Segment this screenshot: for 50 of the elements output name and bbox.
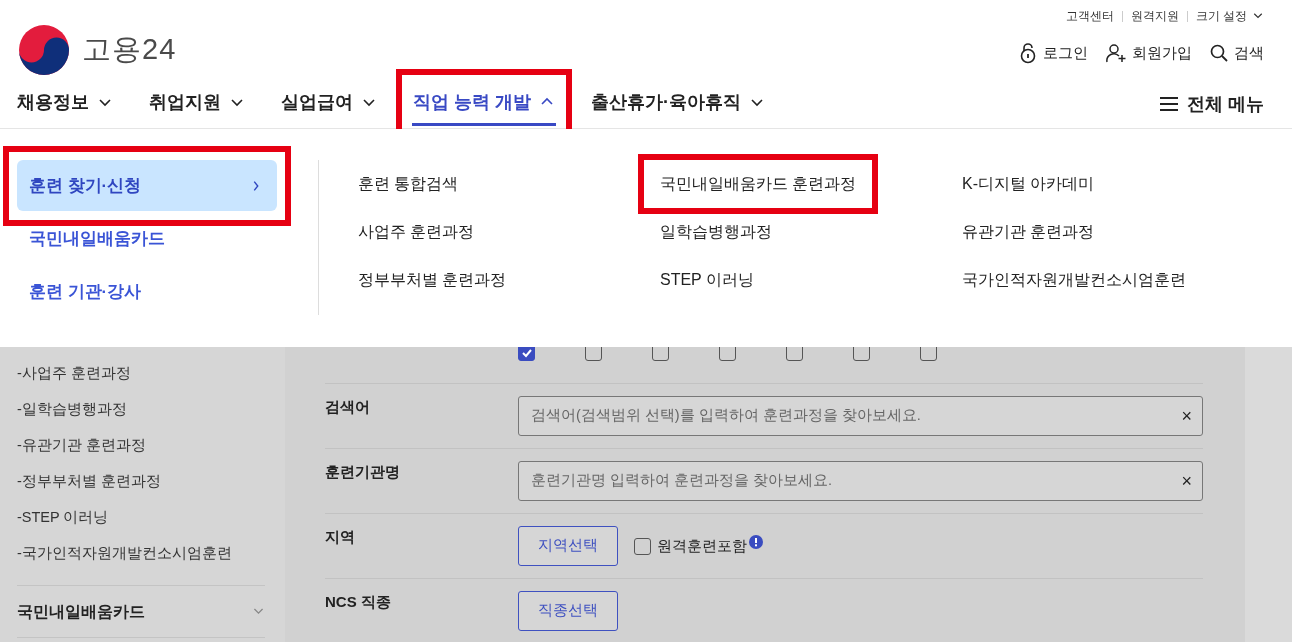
menu-link[interactable]: 국가인적자원개발컨소시엄훈련	[962, 256, 1186, 304]
all-menu-button[interactable]: 전체 메뉴	[1159, 82, 1264, 126]
size-setting-dropdown[interactable]: 크기 설정	[1195, 7, 1264, 25]
clear-button[interactable]: ×	[1181, 472, 1192, 490]
add-user-icon	[1106, 43, 1126, 64]
menu-link[interactable]: 일학습병행과정	[660, 208, 772, 256]
nav-tab[interactable]: 실업급여	[280, 82, 378, 126]
menu-link[interactable]: K-디지털 아카데미	[962, 160, 1095, 208]
checkbox-label: 원격훈련포함	[657, 535, 747, 556]
side-menu-link[interactable]: -정부부처별 훈련과정	[17, 464, 265, 500]
nav-tab[interactable]: 채용정보	[16, 82, 114, 126]
menu-category[interactable]: 훈련 찾기·신청	[17, 160, 277, 211]
search-input-field[interactable]: 훈련기관명 입력하여 훈련과정을 찾아보세요. ×	[518, 461, 1203, 501]
lock-icon	[1019, 42, 1037, 65]
select-button[interactable]: 지역선택	[518, 526, 618, 566]
logo-icon	[18, 24, 70, 76]
signup-link[interactable]: 회원가입	[1106, 42, 1192, 65]
side-menu-link[interactable]: -일학습병행과정	[17, 392, 265, 428]
field-label: 지역	[325, 527, 356, 547]
logo-text[interactable]: 고용24	[82, 28, 177, 72]
search-icon	[1210, 44, 1228, 63]
side-section-toggle[interactable]: 국민내일배움카드	[17, 585, 265, 638]
menu-link[interactable]: 국민내일배움카드 훈련과정	[660, 160, 857, 208]
search-input-field[interactable]: 검색어(검색범위 선택)를 입력하여 훈련과정을 찾아보세요. ×	[518, 396, 1203, 436]
utility-link[interactable]: 원격지원	[1130, 7, 1179, 25]
side-menu-link[interactable]: -사업주 훈련과정	[17, 356, 265, 392]
menu-link[interactable]: 훈련 통합검색	[358, 160, 459, 208]
select-button[interactable]: 직종선택	[518, 591, 618, 631]
search-link[interactable]: 검색	[1210, 42, 1264, 65]
menu-link[interactable]: 유관기관 훈련과정	[962, 208, 1095, 256]
menu-link[interactable]: STEP 이러닝	[660, 256, 754, 304]
field-label: 검색어	[325, 397, 371, 417]
menu-category[interactable]: 국민내일배움카드	[17, 213, 277, 264]
nav-tab[interactable]: 직업 능력 개발	[412, 82, 556, 126]
checkbox[interactable]	[634, 537, 651, 555]
field-label: NCS 직종	[325, 592, 392, 612]
clear-button[interactable]: ×	[1181, 407, 1192, 425]
info-icon[interactable]	[749, 535, 763, 549]
field-label: 훈련기관명	[325, 462, 401, 482]
side-menu-link[interactable]: -국가인적자원개발컨소시엄훈련	[17, 536, 265, 572]
utility-link[interactable]: 고객센터	[1065, 7, 1114, 25]
side-menu-link[interactable]: -STEP 이러닝	[17, 500, 265, 536]
nav-tab[interactable]: 출산휴가·육아휴직	[590, 82, 766, 126]
nav-tab[interactable]: 취업지원	[148, 82, 246, 126]
menu-category[interactable]: 훈련 기관·강사	[17, 266, 277, 317]
login-link[interactable]: 로그인	[1019, 42, 1088, 65]
menu-link[interactable]: 정부부처별 훈련과정	[358, 256, 507, 304]
side-menu-link[interactable]: -유관기관 훈련과정	[17, 428, 265, 464]
menu-icon	[1159, 96, 1179, 112]
menu-link[interactable]: 사업주 훈련과정	[358, 208, 475, 256]
